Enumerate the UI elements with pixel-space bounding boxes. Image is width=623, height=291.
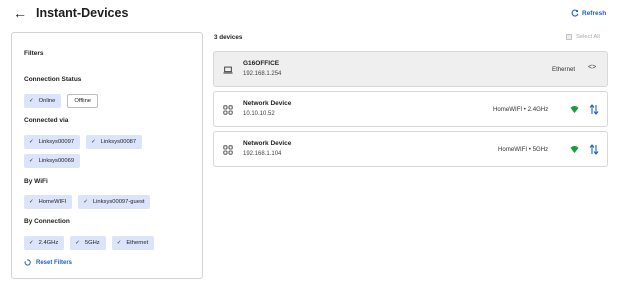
connected-via-label: Connected via bbox=[24, 117, 69, 124]
check-icon: ✓ bbox=[75, 240, 80, 246]
filter-chip-2-4ghz[interactable]: ✓ 2.4GHz bbox=[24, 236, 65, 250]
device-card-g16office[interactable]: G16OFFICE 192.168.1.254 Ethernet <> bbox=[213, 51, 608, 87]
filter-chip-linksys00097-guest[interactable]: ✓ Linksys00097-guest bbox=[78, 195, 151, 209]
check-icon: ✓ bbox=[29, 158, 34, 164]
device-card-network-device-2[interactable]: Network Device 192.168.1.104 HomeWIFI • … bbox=[213, 131, 608, 167]
check-icon: ✓ bbox=[29, 139, 34, 145]
device-name: G16OFFICE bbox=[243, 60, 280, 67]
chip-label: Ethernet bbox=[126, 240, 149, 246]
device-ip: 10.10.10.52 bbox=[243, 111, 275, 117]
page-title: Instant-Devices bbox=[36, 6, 129, 20]
device-name: Network Device bbox=[243, 140, 292, 147]
connected-via-chips: ✓ Linksys00097 ✓ Linksys00087 ✓ Linksys0… bbox=[24, 135, 194, 168]
device-ip: 192.168.1.104 bbox=[243, 151, 282, 157]
filter-chip-ethernet[interactable]: ✓ Ethernet bbox=[111, 236, 155, 250]
reset-filters-button[interactable]: Reset Filters bbox=[24, 259, 72, 266]
filter-chip-5ghz[interactable]: ✓ 5GHz bbox=[70, 236, 106, 250]
device-connection: HomeWIFI • 5GHz bbox=[498, 146, 549, 153]
filter-chip-online[interactable]: ✓ Online bbox=[24, 94, 62, 108]
refresh-label: Refresh bbox=[582, 9, 607, 17]
by-connection-chips: ✓ 2.4GHz ✓ 5GHz ✓ Ethernet bbox=[24, 236, 194, 250]
device-name: Network Device bbox=[243, 100, 292, 107]
filters-title: Filters bbox=[24, 50, 44, 57]
device-count: 3 devices bbox=[214, 34, 243, 41]
filter-chip-linksys00087[interactable]: ✓ Linksys00087 bbox=[86, 135, 143, 149]
check-icon: ✓ bbox=[29, 98, 34, 104]
device-card-network-device-1[interactable]: Network Device 10.10.10.52 HomeWIFI • 2.… bbox=[213, 91, 608, 127]
check-icon: ✓ bbox=[29, 199, 34, 205]
device-ip: 192.168.1.254 bbox=[243, 71, 282, 77]
ethernet-arrows-icon: <> bbox=[588, 64, 597, 71]
chip-label: Offline bbox=[74, 98, 92, 104]
chip-label: Linksys00097 bbox=[38, 139, 75, 145]
by-wifi-label: By WiFi bbox=[24, 178, 48, 185]
connection-status-label: Connection Status bbox=[24, 76, 82, 83]
laptop-icon bbox=[223, 66, 233, 74]
chip-label: 2.4GHz bbox=[38, 240, 59, 246]
reset-filters-label: Reset Filters bbox=[36, 259, 73, 266]
chip-label: Linksys00069 bbox=[38, 158, 75, 164]
checkbox-icon bbox=[566, 34, 572, 40]
select-all-label: Select All bbox=[576, 34, 600, 40]
wifi-signal-icon bbox=[570, 145, 579, 154]
check-icon: ✓ bbox=[29, 240, 34, 246]
chip-label: Linksys00087 bbox=[100, 139, 137, 145]
filter-chip-linksys00069[interactable]: ✓ Linksys00069 bbox=[24, 154, 81, 168]
check-icon: ✓ bbox=[116, 240, 122, 246]
check-icon: ✓ bbox=[83, 199, 88, 205]
swap-arrows-icon bbox=[589, 104, 599, 115]
device-connection: HomeWIFI • 2.4GHz bbox=[493, 106, 549, 113]
refresh-button[interactable]: Refresh bbox=[571, 9, 606, 17]
connection-status-chips: ✓ Online Offline bbox=[24, 94, 194, 108]
by-wifi-chips: ✓ HomeWIFI ✓ Linksys00097-guest bbox=[24, 195, 194, 209]
by-connection-label: By Connection bbox=[24, 218, 70, 225]
chip-label: HomeWIFI bbox=[38, 199, 67, 205]
filter-chip-homewifi[interactable]: ✓ HomeWIFI bbox=[24, 195, 73, 209]
filter-chip-linksys00097[interactable]: ✓ Linksys00097 bbox=[24, 135, 81, 149]
reset-icon bbox=[24, 259, 31, 266]
apps-grid-icon bbox=[223, 105, 233, 115]
wifi-signal-icon bbox=[570, 105, 579, 114]
chip-label: Linksys00097-guest bbox=[92, 199, 145, 205]
back-arrow-icon[interactable]: ← bbox=[13, 6, 27, 20]
select-all-checkbox[interactable]: Select All bbox=[566, 34, 600, 40]
apps-grid-icon bbox=[223, 145, 233, 155]
filters-panel: Filters Connection Status ✓ Online Offli… bbox=[11, 32, 203, 279]
check-icon: ✓ bbox=[91, 139, 96, 145]
swap-arrows-icon bbox=[589, 144, 599, 155]
device-connection: Ethernet bbox=[552, 66, 576, 73]
chip-label: 5GHz bbox=[84, 240, 100, 246]
chip-label: Online bbox=[38, 98, 56, 104]
refresh-icon bbox=[571, 9, 579, 17]
filter-chip-offline[interactable]: Offline bbox=[67, 94, 99, 108]
